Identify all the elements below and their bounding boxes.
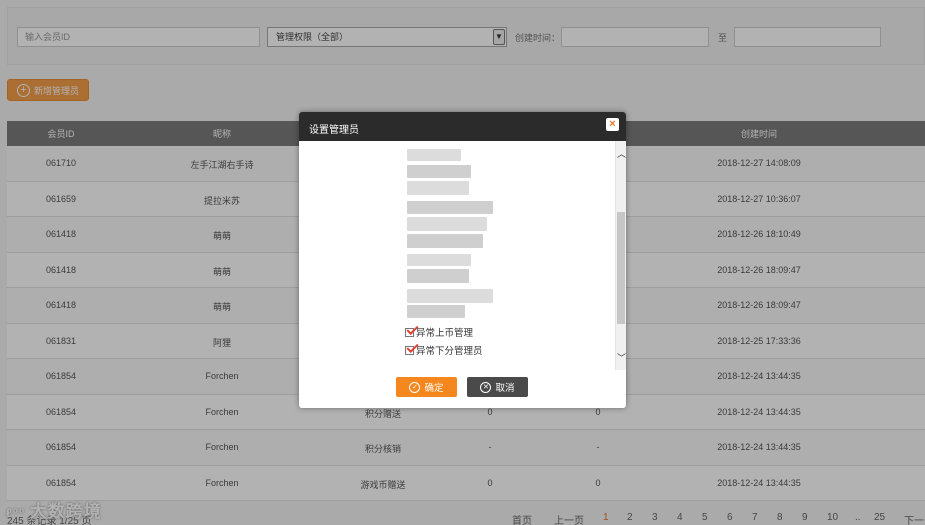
scrollbar-thumb[interactable] — [617, 212, 625, 324]
cancel-button[interactable]: ✕ 取消 — [467, 377, 528, 397]
close-icon[interactable]: × — [606, 118, 619, 131]
dialog-body: 异常上币管理 异常下分管理员 ︿ ﹀ — [299, 141, 626, 370]
dialog-scrollbar[interactable]: ︿ ﹀ — [615, 141, 626, 370]
permission-label: 异常上币管理 — [416, 328, 474, 339]
confirm-button[interactable]: ✓ 确定 — [396, 377, 457, 397]
checkbox-checked-icon[interactable] — [405, 345, 414, 355]
dialog-header: 设置管理员 × — [299, 112, 626, 141]
cancel-label: 取消 — [495, 383, 515, 394]
permission-item[interactable]: 异常下分管理员 — [405, 343, 483, 357]
chevron-down-icon[interactable]: ﹀ — [616, 351, 626, 364]
dialog-title: 设置管理员 — [309, 125, 359, 136]
confirm-label: 确定 — [424, 383, 444, 394]
permission-item[interactable]: 异常上币管理 — [405, 325, 473, 339]
checkbox-checked-icon[interactable] — [405, 327, 414, 337]
chevron-up-icon[interactable]: ︿ — [616, 147, 626, 160]
check-circle-icon: ✓ — [409, 381, 421, 393]
close-circle-icon: ✕ — [480, 381, 492, 393]
permission-label: 异常下分管理员 — [416, 346, 483, 357]
set-admin-dialog: 设置管理员 × 异常上币管理 异常下分管理员 ︿ ﹀ ✓ 确定 ✕ 取消 — [299, 112, 626, 408]
